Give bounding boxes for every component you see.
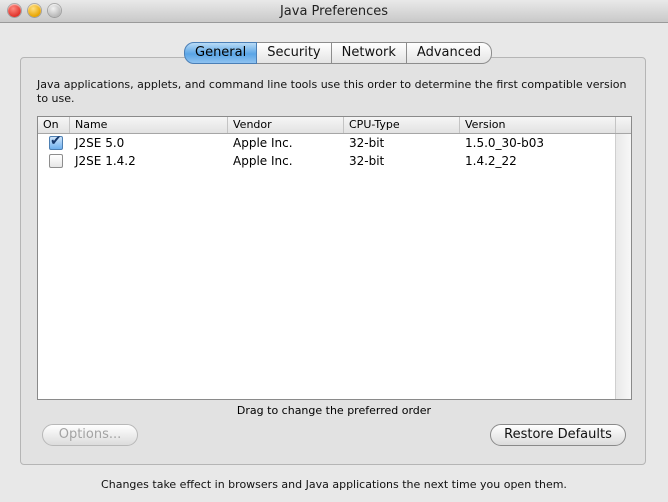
tab-security[interactable]: Security [257, 42, 332, 64]
column-header-on[interactable]: On [38, 117, 70, 133]
enabled-checkbox[interactable] [49, 133, 63, 150]
tab-advanced[interactable]: Advanced [406, 42, 493, 64]
cell-version: 1.4.2_22 [465, 154, 517, 168]
cell-cpu-type: 32-bit [349, 136, 385, 150]
tab-general[interactable]: General [184, 42, 258, 64]
column-header-version[interactable]: Version [460, 117, 616, 133]
vertical-scrollbar[interactable] [615, 134, 631, 399]
java-preferences-window: Java Preferences General Security Networ… [0, 0, 668, 502]
cell-name: J2SE 1.4.2 [75, 154, 136, 168]
table-row[interactable]: J2SE 5.0 Apple Inc. 32-bit 1.5.0_30-b03 [38, 133, 631, 152]
cell-vendor: Apple Inc. [233, 136, 293, 150]
enabled-checkbox[interactable] [49, 154, 63, 168]
cell-version: 1.5.0_30-b03 [465, 136, 545, 150]
java-version-list[interactable]: On Name Vendor CPU-Type Version J2SE 5.0… [37, 116, 632, 400]
description-text: Java applications, applets, and command … [37, 78, 627, 105]
tab-bar: General Security Network Advanced [184, 42, 493, 64]
cell-name: J2SE 5.0 [75, 136, 125, 150]
list-header: On Name Vendor CPU-Type Version [38, 117, 631, 134]
title-bar: Java Preferences [0, 0, 668, 23]
options-button[interactable]: Options... [42, 424, 138, 446]
cell-cpu-type: 32-bit [349, 154, 385, 168]
footer-note: Changes take effect in browsers and Java… [101, 478, 567, 491]
column-header-vendor[interactable]: Vendor [228, 117, 344, 133]
column-header-name[interactable]: Name [70, 117, 228, 133]
column-header-cpu-type[interactable]: CPU-Type [344, 117, 460, 133]
drag-hint: Drag to change the preferred order [236, 404, 432, 417]
window-title: Java Preferences [279, 4, 389, 19]
restore-defaults-button[interactable]: Restore Defaults [490, 424, 626, 446]
table-row[interactable]: J2SE 1.4.2 Apple Inc. 32-bit 1.4.2_22 [38, 152, 631, 170]
tab-network[interactable]: Network [331, 42, 407, 64]
cell-vendor: Apple Inc. [233, 154, 293, 168]
